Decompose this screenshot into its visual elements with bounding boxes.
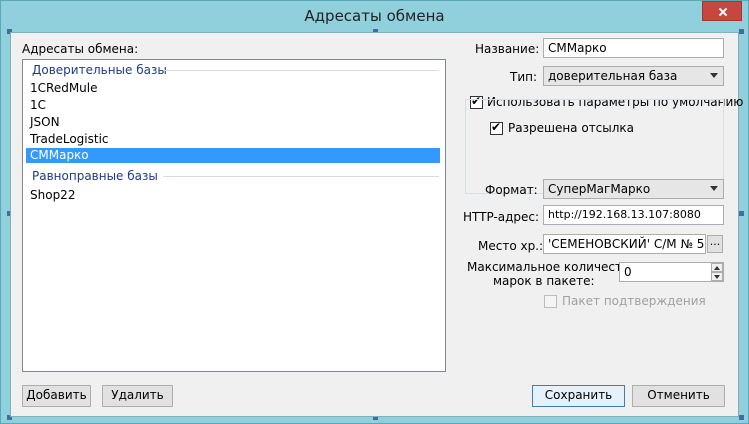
allow-send-checkbox[interactable]: [490, 120, 503, 135]
type-select-value: доверительная база: [548, 69, 678, 83]
type-label: Тип:: [510, 70, 538, 84]
stepper-down-icon[interactable]: [711, 272, 723, 281]
title-bar[interactable]: Адресаты обмена: [1, 1, 748, 32]
format-select-value: СуперМагМарко: [548, 182, 651, 196]
dialog-window: Адресаты обмена Адресаты обмена: Доверит…: [0, 0, 749, 424]
max-marks-label-line2: марок в пакете:: [493, 274, 595, 288]
save-button[interactable]: Сохранить: [532, 385, 625, 407]
type-select[interactable]: доверительная база: [543, 66, 724, 86]
group-header-peer: Равноправные базы: [32, 169, 158, 183]
browse-storage-button[interactable]: ...: [707, 235, 723, 253]
list-item[interactable]: 1C: [26, 98, 440, 113]
format-label: Формат:: [485, 183, 538, 197]
recipients-list[interactable]: Доверительные базы 1CRedMule 1C JSON Tra…: [22, 59, 446, 372]
group-divider: [163, 176, 439, 177]
storage-label: Место хр.:: [478, 239, 544, 253]
confirm-packet-checkbox[interactable]: [544, 295, 557, 308]
add-button[interactable]: Добавить: [22, 385, 91, 407]
allow-send-label: Разрешена отсылка: [508, 121, 635, 135]
list-item-selected[interactable]: СММарко: [26, 148, 440, 163]
list-item[interactable]: TradeLogistic: [26, 132, 440, 147]
format-select[interactable]: СуперМагМарко: [543, 179, 724, 199]
resize-handle-mr[interactable]: [739, 211, 744, 216]
http-label: HTTP-адрес:: [463, 210, 540, 224]
stepper-up-icon[interactable]: [711, 263, 723, 272]
group-divider: [163, 70, 439, 71]
delete-button[interactable]: Удалить: [102, 385, 173, 407]
group-header-trusted: Доверительные базы: [32, 63, 167, 77]
http-address-input[interactable]: http://192.168.13.107:8080: [543, 205, 724, 225]
max-marks-stepper[interactable]: [711, 263, 723, 281]
chevron-down-icon: [710, 73, 718, 78]
list-item[interactable]: Shop22: [26, 188, 440, 203]
list-item[interactable]: 1CRedMule: [26, 81, 440, 96]
max-marks-input[interactable]: 0: [619, 262, 724, 282]
storage-input[interactable]: 'СЕМЕНОВСКИЙ' С/М № 513: [543, 234, 706, 254]
list-label: Адресаты обмена:: [22, 42, 139, 56]
confirm-packet-label: Пакет подтверждения: [562, 294, 706, 308]
name-input[interactable]: СММарко: [543, 38, 724, 58]
resize-handle-tr[interactable]: [739, 29, 744, 34]
max-marks-label-line1: Максимальное количество: [467, 260, 637, 274]
resize-handle-br[interactable]: [739, 415, 744, 420]
close-icon[interactable]: [702, 1, 742, 21]
window-title: Адресаты обмена: [304, 7, 445, 25]
cancel-button[interactable]: Отменить: [632, 385, 725, 407]
list-item[interactable]: JSON: [26, 115, 440, 130]
name-label: Название:: [475, 42, 540, 56]
chevron-down-icon: [710, 186, 718, 191]
dialog-client-area: Адресаты обмена: Доверительные базы 1CRe…: [10, 32, 743, 417]
